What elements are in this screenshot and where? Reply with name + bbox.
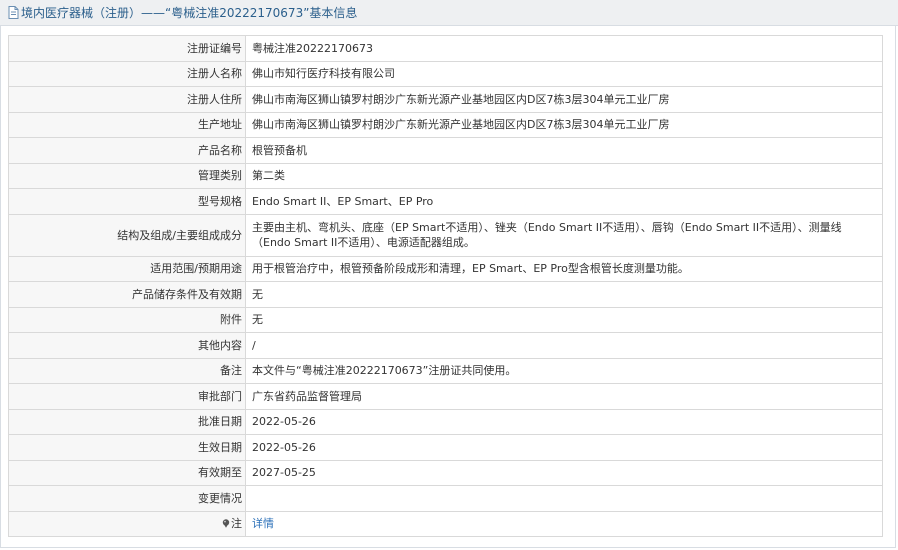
table-row: 管理类别 第二类 (8, 162, 883, 189)
table-row: 结构及组成/主要组成成分 主要由主机、弯机头、底座（EP Smart不适用）、锉… (8, 213, 883, 257)
field-value: 2022-05-26 (245, 434, 883, 461)
document-icon (8, 6, 19, 19)
field-label: 注册人名称 (8, 60, 246, 87)
field-label: 附件 (8, 306, 246, 333)
field-label: 结构及组成/主要组成成分 (8, 213, 246, 257)
field-label: 变更情况 (8, 485, 246, 512)
info-table: 注册证编号 粤械注准20222170673 注册人名称 佛山市知行医疗科技有限公… (8, 35, 883, 537)
field-label: 备注 (8, 357, 246, 384)
field-label: 产品名称 (8, 137, 246, 164)
table-row: 备注 本文件与“粤械注准20222170673”注册证共同使用。 (8, 357, 883, 384)
field-label: 生产地址 (8, 111, 246, 138)
field-value: 本文件与“粤械注准20222170673”注册证共同使用。 (245, 357, 883, 384)
note-label: 注 (231, 517, 242, 531)
field-label: 批准日期 (8, 408, 246, 435)
field-label: 产品储存条件及有效期 (8, 281, 246, 308)
note-value-cell: 详情 (245, 510, 883, 537)
field-value: 第二类 (245, 162, 883, 189)
pin-icon (222, 519, 230, 529)
page-title: 境内医疗器械（注册）——“粤械注准20222170673”基本信息 (21, 6, 358, 20)
field-value: / (245, 332, 883, 359)
table-row: 生效日期 2022-05-26 (8, 434, 883, 461)
note-row: 注 详情 (8, 510, 883, 537)
field-label: 有效期至 (8, 459, 246, 486)
field-value: 2022-05-26 (245, 408, 883, 435)
table-row: 审批部门 广东省药品监督管理局 (8, 383, 883, 410)
field-label: 注册人住所 (8, 86, 246, 113)
table-row: 变更情况 (8, 485, 883, 512)
table-row: 注册人住所 佛山市南海区狮山镇罗村朗沙广东新光源产业基地园区内D区7栋3层304… (8, 86, 883, 113)
field-value: 佛山市南海区狮山镇罗村朗沙广东新光源产业基地园区内D区7栋3层304单元工业厂房 (245, 111, 883, 138)
table-row: 批准日期 2022-05-26 (8, 408, 883, 435)
field-value: Endo Smart II、EP Smart、EP Pro (245, 188, 883, 215)
field-value: 粤械注准20222170673 (245, 35, 883, 62)
field-value: 用于根管治疗中，根管预备阶段成形和清理，EP Smart、EP Pro型含根管长… (245, 255, 883, 282)
field-label: 生效日期 (8, 434, 246, 461)
table-row: 其他内容 / (8, 332, 883, 359)
field-value: 无 (245, 306, 883, 333)
field-label: 审批部门 (8, 383, 246, 410)
field-value: 根管预备机 (245, 137, 883, 164)
field-value: 2027-05-25 (245, 459, 883, 486)
note-label-cell: 注 (8, 510, 246, 537)
field-label: 其他内容 (8, 332, 246, 359)
field-label: 管理类别 (8, 162, 246, 189)
field-label: 适用范围/预期用途 (8, 255, 246, 282)
table-row: 注册人名称 佛山市知行医疗科技有限公司 (8, 60, 883, 87)
field-label: 型号规格 (8, 188, 246, 215)
field-value: 无 (245, 281, 883, 308)
table-row: 有效期至 2027-05-25 (8, 459, 883, 486)
field-value: 主要由主机、弯机头、底座（EP Smart不适用）、锉夹（Endo Smart … (245, 213, 883, 257)
table-row: 生产地址 佛山市南海区狮山镇罗村朗沙广东新光源产业基地园区内D区7栋3层304单… (8, 111, 883, 138)
field-label: 注册证编号 (8, 35, 246, 62)
field-value: 佛山市知行医疗科技有限公司 (245, 60, 883, 87)
table-row: 适用范围/预期用途 用于根管治疗中，根管预备阶段成形和清理，EP Smart、E… (8, 255, 883, 282)
table-row: 产品储存条件及有效期 无 (8, 281, 883, 308)
table-row: 型号规格 Endo Smart II、EP Smart、EP Pro (8, 188, 883, 215)
table-row: 注册证编号 粤械注准20222170673 (8, 35, 883, 62)
field-value: 广东省药品监督管理局 (245, 383, 883, 410)
details-link[interactable]: 详情 (252, 517, 274, 530)
page-header: 境内医疗器械（注册）——“粤械注准20222170673”基本信息 (0, 0, 898, 26)
table-row: 附件 无 (8, 306, 883, 333)
field-value (245, 485, 883, 512)
field-value: 佛山市南海区狮山镇罗村朗沙广东新光源产业基地园区内D区7栋3层304单元工业厂房 (245, 86, 883, 113)
table-row: 产品名称 根管预备机 (8, 137, 883, 164)
